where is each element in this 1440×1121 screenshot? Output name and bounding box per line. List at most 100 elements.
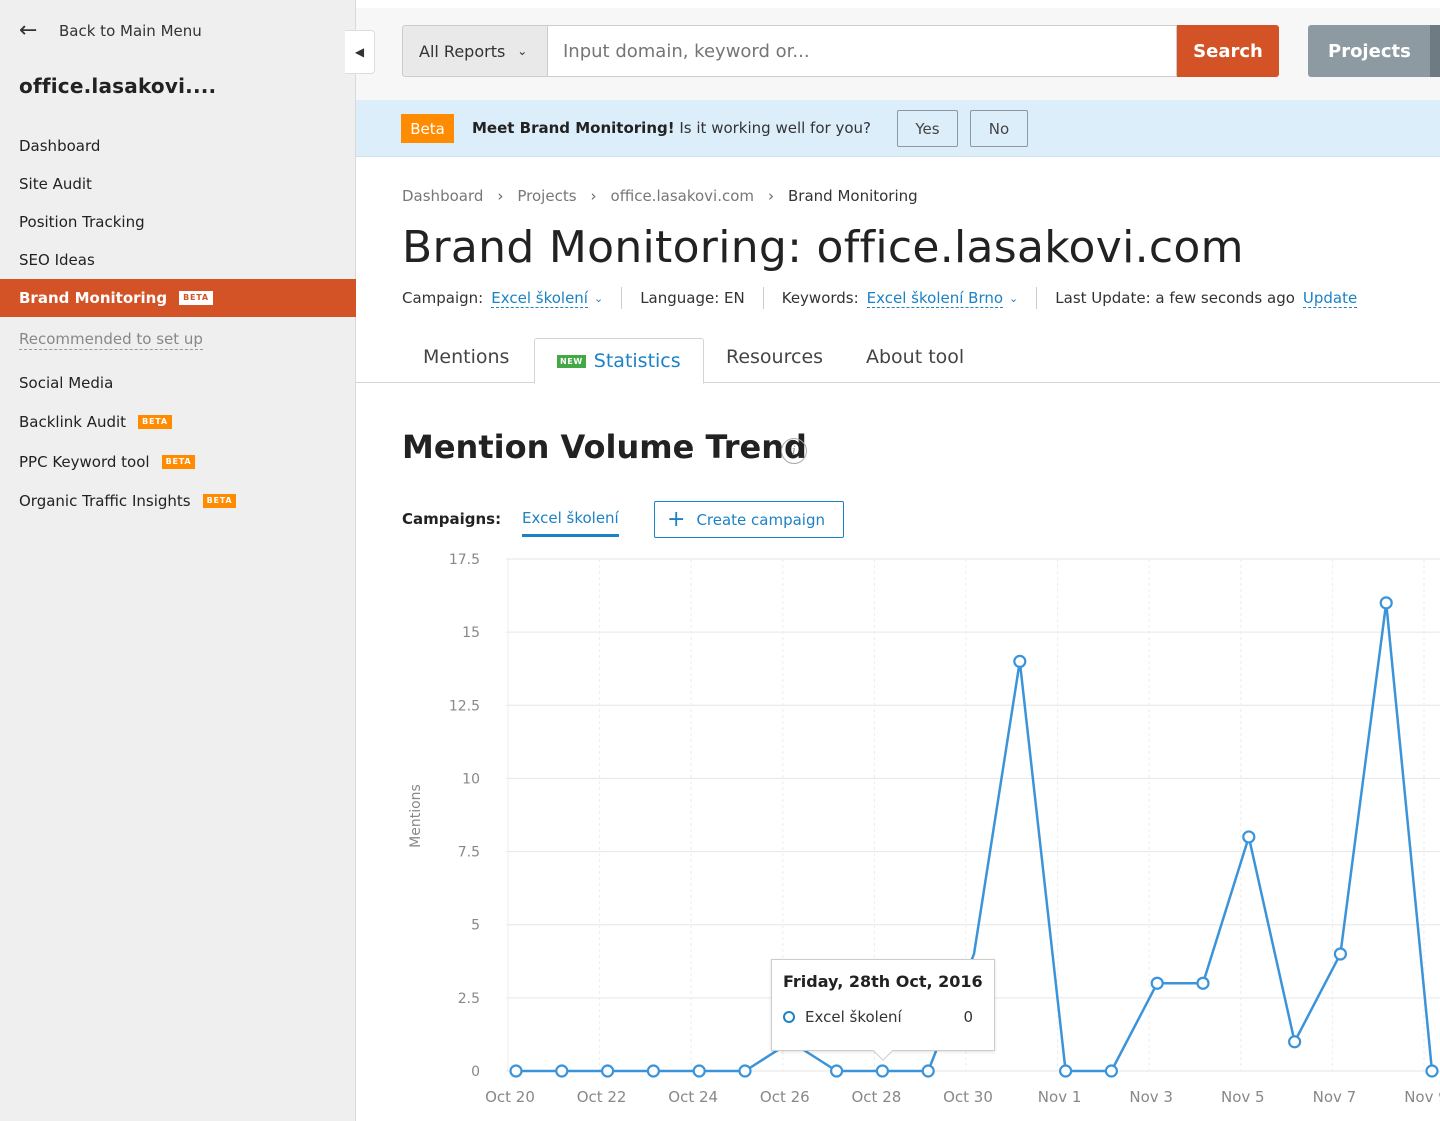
x-tick-label: Oct 26 [760,1088,810,1106]
no-button[interactable]: No [970,110,1028,147]
projects-dropdown-edge[interactable] [1430,25,1440,77]
sidebar-item-label: SEO Ideas [19,251,95,269]
reports-select[interactable]: All Reports ⌄ [402,25,548,77]
reports-select-value: All Reports [419,41,506,61]
data-point [830,1064,844,1078]
yes-button[interactable]: Yes [897,110,958,147]
data-point [1379,596,1393,610]
beta-message-bold: Meet Brand Monitoring! [472,119,675,137]
campaign-tab-excel[interactable]: Excel školení [522,509,619,537]
tooltip-row: Excel školení 0 [783,1008,983,1026]
sidebar-item-social-media[interactable]: Social Media [0,363,356,403]
tab-about-tool[interactable]: About tool [866,346,964,368]
keywords-label: Keywords: [781,289,859,307]
beta-message: Meet Brand Monitoring! Is it working wel… [472,119,871,137]
chart-tooltip: Friday, 28th Oct, 2016 Excel školení 0 [771,959,995,1061]
create-campaign-button[interactable]: + Create campaign [654,501,844,538]
beta-badge: Beta [401,114,454,143]
beta-badge: BETA [161,454,196,469]
search-button[interactable]: Search [1177,25,1279,77]
beta-feedback-bar: Beta Meet Brand Monitoring! Is it workin… [356,100,1440,157]
campaigns-label: Campaigns: [402,510,502,528]
sidebar-item-label: Brand Monitoring [19,289,168,307]
chevron-down-icon[interactable]: ⌄ [1009,292,1018,305]
data-point [1287,1035,1302,1049]
y-axis-label: Mentions [408,784,424,848]
data-point [875,1064,890,1078]
tab-mentions[interactable]: Mentions [423,346,509,368]
data-point [1058,1064,1073,1078]
data-point [1242,830,1256,844]
beta-message-rest: Is it working well for you? [679,119,871,137]
sidebar-item-seo-ideas[interactable]: SEO Ideas [0,241,356,279]
language-label: Language: EN [640,289,745,307]
tab-statistics-label: Statistics [593,350,681,372]
campaign-dropdown[interactable]: Excel školení [491,289,588,308]
tooltip-date: Friday, 28th Oct, 2016 [783,972,983,991]
sidebar-item-site-audit[interactable]: Site Audit [0,165,356,203]
beta-badge: BETA [179,291,213,305]
divider [621,287,623,309]
y-tick-label: 0 [471,1064,480,1080]
chevron-down-icon[interactable]: ⌄ [594,292,603,305]
tooltip-value: 0 [963,1008,973,1026]
recommended-label: Recommended to set up [19,330,203,350]
sidebar-item-dashboard[interactable]: Dashboard [0,127,356,165]
back-to-main-menu[interactable]: ← Back to Main Menu [19,20,202,42]
sidebar-item-position-tracking[interactable]: Position Tracking [0,203,356,241]
x-tick-label: Oct 24 [668,1088,718,1106]
data-point [555,1064,569,1078]
recommended-heading: Recommended to set up [0,317,356,363]
sidebar-item-label: Dashboard [19,137,101,155]
y-tick-label: 2.5 [458,991,480,1007]
sidebar: ← Back to Main Menu office.lasakovi.... … [0,0,356,1121]
breadcrumb: Dashboard › Projects › office.lasakovi.c… [402,187,918,205]
sidebar-item-label: Site Audit [19,175,92,193]
divider [1036,287,1038,309]
sidebar-item-label: PPC Keyword tool [19,452,150,471]
sidebar-item-organic-traffic-insights[interactable]: Organic Traffic Insights BETA [0,482,356,522]
beta-badge: BETA [202,494,237,509]
x-tick-label: Oct 22 [577,1088,627,1106]
y-tick-label: 10 [462,771,480,787]
x-tick-label: Nov 7 [1313,1088,1357,1106]
sidebar-item-ppc-keyword-tool[interactable]: PPC Keyword tool BETA [0,442,356,482]
data-point [921,1064,935,1078]
sidebar-item-brand-monitoring[interactable]: Brand Monitoring BETA [0,279,356,317]
breadcrumb-dashboard[interactable]: Dashboard [402,187,483,205]
collapse-sidebar-button[interactable]: ◀ [345,30,375,74]
sidebar-item-backlink-audit[interactable]: Backlink Audit BETA [0,403,356,443]
chevron-right-icon: › [497,187,504,205]
data-point [692,1064,706,1078]
projects-button[interactable]: Projects [1308,25,1440,77]
last-update-label: Last Update: a few seconds ago [1055,289,1295,307]
sidebar-item-label: Organic Traffic Insights [19,492,191,511]
tooltip-series: Excel školení [805,1008,902,1026]
data-point [738,1064,752,1078]
project-name: office.lasakovi.... [19,74,217,98]
breadcrumb-projects[interactable]: Projects [517,187,576,205]
campaign-meta: Campaign: Excel školení ⌄ Language: EN K… [402,287,1358,309]
sidebar-item-label: Social Media [19,373,114,392]
update-link[interactable]: Update [1302,289,1358,308]
y-tick-label: 5 [471,918,480,934]
data-point [1104,1064,1119,1078]
beta-badge: BETA [138,415,172,430]
data-point [1196,976,1210,990]
caret-left-icon: ◀ [354,45,365,59]
info-icon[interactable]: i [781,438,807,464]
x-tick-label: Nov 9 [1404,1088,1440,1106]
sidebar-item-label: Backlink Audit [19,413,127,432]
breadcrumb-project[interactable]: office.lasakovi.com [611,187,754,205]
search-input[interactable] [548,25,1177,77]
new-badge: NEW [557,354,586,368]
data-point [1013,654,1027,669]
y-tick-label: 12.5 [449,698,480,714]
keywords-dropdown[interactable]: Excel školení Brno [866,289,1004,308]
tab-resources[interactable]: Resources [726,346,823,368]
data-point [1150,976,1164,990]
tab-statistics[interactable]: NEW Statistics [534,338,704,384]
data-point [509,1064,523,1078]
x-tick-label: Nov 1 [1038,1088,1082,1106]
create-campaign-label: Create campaign [696,510,826,529]
